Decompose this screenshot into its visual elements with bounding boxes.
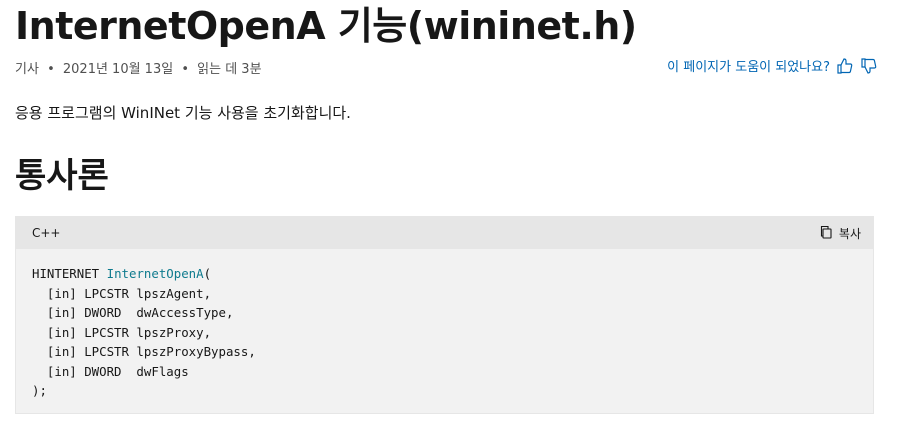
copy-label: 복사 bbox=[838, 226, 861, 241]
article-type: 기사 bbox=[15, 62, 39, 77]
code-content: HINTERNET InternetOpenA( [in] LPCSTR lps… bbox=[16, 249, 873, 401]
article-metadata: 기사 • 2021년 10월 13일 • 읽는 데 3분 bbox=[15, 58, 262, 77]
code-line: [in] LPCSTR lpszProxy, bbox=[32, 324, 212, 340]
page-title: InternetOpenA 기능(wininet.h) bbox=[15, 4, 637, 48]
code-language-label: C++ bbox=[32, 226, 61, 240]
meta-separator: • bbox=[181, 62, 190, 77]
feedback-bar: 이 페이지가 도움이 되었나요? bbox=[667, 56, 878, 75]
summary-text: 응용 프로그램의 WinINet 기능 사용을 초기화합니다. bbox=[15, 104, 351, 122]
thumbs-up-icon[interactable] bbox=[836, 57, 854, 75]
article-date: 2021년 10월 13일 bbox=[62, 62, 174, 77]
function-name: InternetOpenA bbox=[106, 266, 204, 281]
code-line: [in] DWORD dwFlags bbox=[32, 363, 189, 379]
code-line: [in] LPCSTR lpszAgent, bbox=[32, 285, 212, 301]
meta-separator: • bbox=[47, 62, 55, 77]
code-line: [in] LPCSTR lpszProxyBypass, bbox=[32, 344, 256, 359]
code-block: C++ 복사 HINTERNET InternetOpenA( [in] LPC… bbox=[15, 216, 874, 414]
code-header: C++ 복사 bbox=[16, 217, 873, 249]
code-line: ); bbox=[32, 383, 47, 398]
copy-icon bbox=[819, 225, 833, 242]
syntax-heading: 통사론 bbox=[15, 156, 109, 196]
code-line: [in] DWORD dwAccessType, bbox=[32, 305, 234, 320]
read-time: 읽는 데 3분 bbox=[197, 62, 262, 77]
code-line: HINTERNET InternetOpenA( bbox=[32, 266, 212, 281]
copy-button[interactable]: 복사 bbox=[819, 225, 861, 242]
feedback-question-link[interactable]: 이 페이지가 도움이 되었나요? bbox=[667, 56, 830, 75]
thumbs-down-icon[interactable] bbox=[860, 57, 878, 75]
